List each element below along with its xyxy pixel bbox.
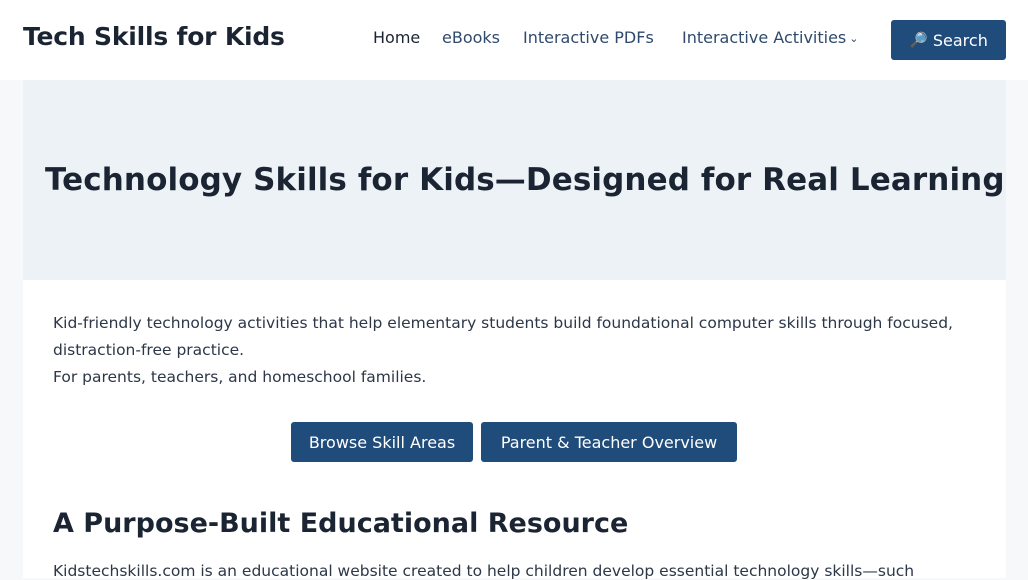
intro-text: Kid-friendly technology activities that … [53,310,973,391]
hero-banner: Technology Skills for Kids—Designed for … [23,80,1006,280]
browse-skill-areas-button[interactable]: Browse Skill Areas [291,422,473,462]
search-button[interactable]: 🔎 Search [891,20,1006,60]
magnifier-icon: 🔎 [909,31,928,49]
main-content: Kid-friendly technology activities that … [23,280,1006,580]
intro-paragraph: Kid-friendly technology activities that … [53,314,953,359]
nav-item-label: Interactive Activities [682,28,847,47]
site-header: Tech Skills for Kids Home eBooks Interac… [0,0,1028,80]
page-title: Technology Skills for Kids—Designed for … [45,162,1005,198]
nav-item-interactive-pdfs[interactable]: Interactive PDFs [523,28,654,47]
chevron-down-icon: ⌄ [849,32,859,45]
site-title[interactable]: Tech Skills for Kids [23,22,285,51]
intro-audience: For parents, teachers, and homeschool fa… [53,368,427,386]
nav-item-interactive-activities[interactable]: Interactive Activities ⌄ [682,28,858,47]
section-paragraph: Kidstechskills.com is an educational web… [53,562,915,580]
parent-teacher-overview-button[interactable]: Parent & Teacher Overview [481,422,737,462]
search-button-label: Search [932,30,988,50]
nav-item-home[interactable]: Home [373,28,420,47]
section-heading: A Purpose-Built Educational Resource [53,508,629,539]
nav-item-ebooks[interactable]: eBooks [442,28,500,47]
